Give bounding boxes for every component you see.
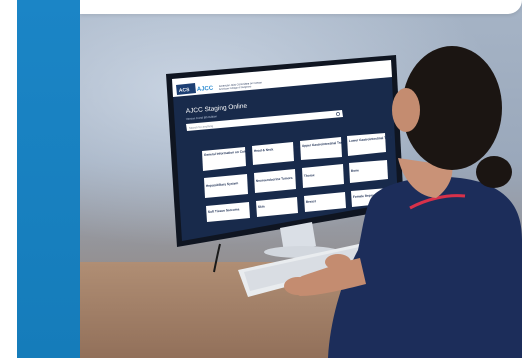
tile[interactable]: Neuroendocrine Tumors bbox=[254, 169, 296, 193]
svg-text:Skin: Skin bbox=[258, 204, 265, 209]
person-face bbox=[392, 88, 420, 132]
tile[interactable]: Hepatobiliary System bbox=[204, 174, 248, 198]
tile[interactable]: Upper Gastrointestinal Tract bbox=[300, 137, 346, 160]
tile-label: Bone bbox=[351, 168, 360, 173]
cable bbox=[213, 243, 221, 273]
person-right-hand bbox=[325, 254, 351, 270]
tile[interactable]: Head & Neck bbox=[252, 142, 294, 165]
person-left-hand bbox=[284, 277, 312, 295]
svg-text:Bone: Bone bbox=[351, 168, 360, 173]
tile-label: Skin bbox=[258, 204, 265, 209]
tile[interactable]: Bone bbox=[349, 160, 388, 183]
person-hair-bun bbox=[476, 156, 512, 188]
hero-photo: ACS AJCC American Joint Committee on Can… bbox=[80, 0, 522, 358]
top-callout-panel bbox=[80, 0, 522, 14]
tile[interactable]: Thorax bbox=[302, 164, 344, 188]
acs-logo-text: ACS bbox=[179, 87, 191, 94]
photo-scene: ACS AJCC American Joint Committee on Can… bbox=[166, 46, 522, 358]
blue-accent-band bbox=[17, 0, 80, 358]
